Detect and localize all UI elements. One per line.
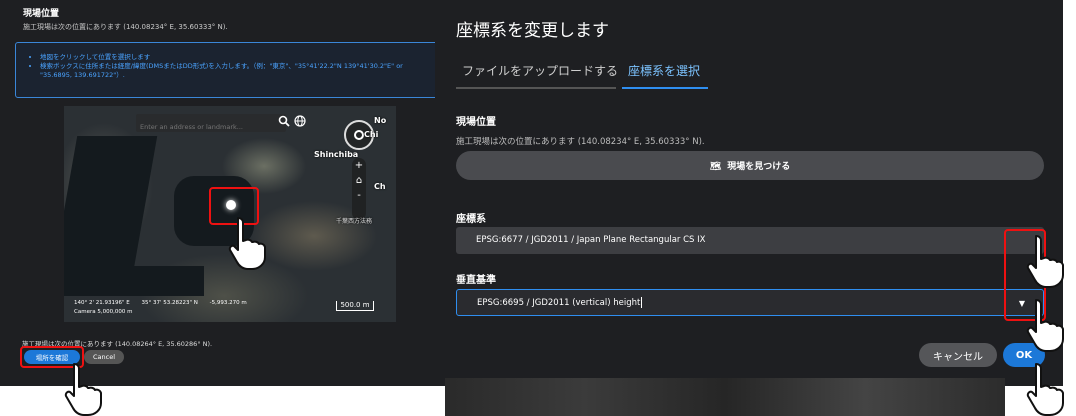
instruction-item: 検索ボックスに住所または経度/緯度(DMSまたはDD形式)を入力します。（例："… xyxy=(40,62,430,80)
pointer-hand-icon xyxy=(228,217,266,270)
site-location-subtitle: 施工現場は次の位置にあります (140.08234° E, 35.60333° … xyxy=(23,23,228,31)
crs-select[interactable]: EPSG:6677 / JGD2011 / Japan Plane Rectan… xyxy=(456,227,1044,254)
pointer-hand-icon xyxy=(1026,299,1064,352)
crs-value: EPSG:6677 / JGD2011 / Japan Plane Rectan… xyxy=(476,235,706,245)
instruction-item: 地図をクリックして位置を選択します xyxy=(40,53,430,62)
cancel-button[interactable]: キャンセル xyxy=(919,343,997,367)
crs-label: 座標系 xyxy=(456,214,486,225)
site-section-subtitle: 施工現場は次の位置にあります (140.08234° E, 35.60333° … xyxy=(456,137,705,147)
home-icon[interactable]: ⌂ xyxy=(352,173,366,188)
site-location-title: 現場位置 xyxy=(23,9,60,19)
longitude-readout: 140° 2' 21.93196" E xyxy=(74,300,130,306)
dialog-title: 座標系を変更します xyxy=(456,21,609,41)
globe-icon[interactable] xyxy=(292,115,308,131)
compass-dot-icon xyxy=(354,130,364,140)
map-icon: 🗺 xyxy=(709,162,722,172)
map-place-label: 千葉西方法務 xyxy=(336,218,373,225)
vertical-datum-select[interactable]: EPSG:6695 / JGD2011 (vertical) height ▼ xyxy=(456,289,1044,316)
zoom-out-button[interactable]: - xyxy=(352,188,366,203)
tab-select-crs[interactable]: 座標系を選択 xyxy=(628,62,700,88)
pointer-hand-icon xyxy=(1026,235,1064,288)
vertical-datum-label: 垂直基準 xyxy=(456,275,496,286)
tab-underline xyxy=(456,87,616,89)
coordinate-system-dialog: 座標系を変更します ファイルをアップロードする 座標系を選択 現場位置 施工現場… xyxy=(435,0,1063,386)
map-water xyxy=(64,266,204,296)
pointer-hand-icon xyxy=(64,363,102,416)
find-site-label: 現場を見つける xyxy=(727,162,791,172)
tab-active-underline xyxy=(622,87,708,89)
map-place-label: Ch xyxy=(374,182,386,191)
map-search-box xyxy=(136,114,286,136)
coordinate-readout: 140° 2' 21.93196" E 35° 37' 53.28223" N … xyxy=(74,300,257,306)
map-search-input[interactable] xyxy=(136,118,264,136)
map-place-label: Chi xyxy=(364,130,379,139)
site-location-panel: 現場位置 施工現場は次の位置にあります (140.08234° E, 35.60… xyxy=(0,0,445,386)
map-place-label: Shinchiba xyxy=(314,150,359,159)
vertical-datum-value: EPSG:6695 / JGD2011 (vertical) height xyxy=(477,298,641,308)
instructions-list: 地図をクリックして位置を選択します 検索ボックスに住所または経度/緯度(DMSま… xyxy=(40,53,430,80)
zoom-control: + ⌂ - xyxy=(352,158,366,220)
find-site-button[interactable]: 🗺 現場を見つける xyxy=(456,151,1044,180)
instructions-box: 地図をクリックして位置を選択します 検索ボックスに住所または経度/緯度(DMSま… xyxy=(15,42,439,98)
pointer-hand-icon xyxy=(1026,363,1064,416)
map-water xyxy=(64,136,158,286)
latitude-readout: 35° 37' 53.28223" N xyxy=(141,300,198,306)
text-cursor xyxy=(641,297,643,308)
map-place-label: No xyxy=(374,116,387,125)
tab-upload-file[interactable]: ファイルをアップロードする xyxy=(462,62,618,88)
zoom-in-button[interactable]: + xyxy=(352,158,366,173)
search-icon[interactable] xyxy=(276,115,292,131)
camera-readout: Camera 5,000,000 m xyxy=(74,309,133,315)
site-section-title: 現場位置 xyxy=(456,117,496,128)
map-scale: 500.0 m xyxy=(336,301,374,311)
background-image-strip xyxy=(445,378,1005,416)
height-readout: -5,993.270 m xyxy=(209,300,247,306)
